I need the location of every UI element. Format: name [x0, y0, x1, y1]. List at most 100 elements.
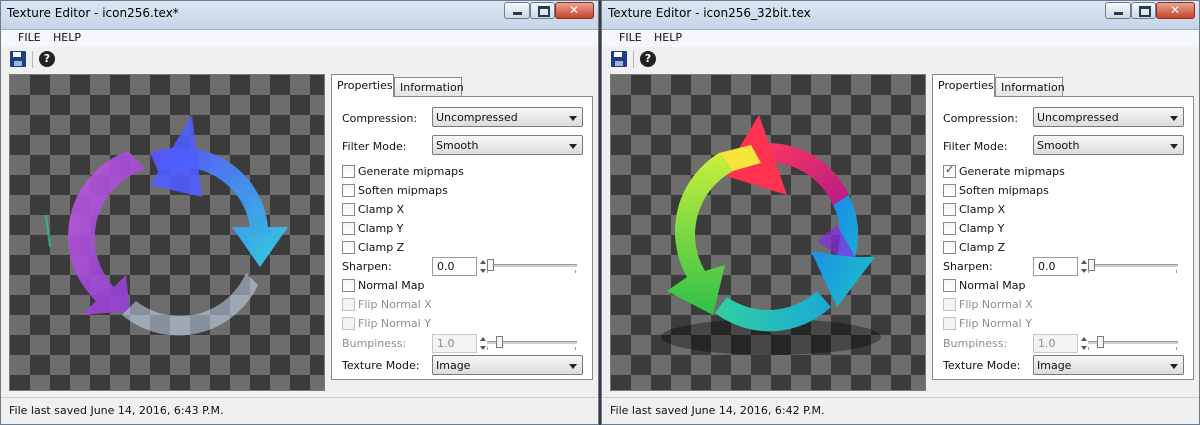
maximize-icon[interactable]: [530, 2, 555, 19]
checkbox-label-normal-map: Normal Map: [959, 279, 1026, 292]
window-title: Texture Editor - icon256.tex*: [7, 6, 179, 20]
texture-editor-window-2: Texture Editor - icon256_32bit.tex FILE …: [601, 0, 1200, 425]
sharpen-slider[interactable]: [1088, 259, 1178, 273]
texture-preview-canvas[interactable]: [610, 74, 926, 391]
checkbox-label-flip-normal-x: Flip Normal X: [959, 298, 1033, 311]
bumpiness-spinbox[interactable]: 1.0: [432, 334, 486, 353]
texture-preview-image: [45, 115, 288, 336]
compression-select[interactable]: Uncompressed: [432, 107, 583, 127]
checkbox-label-clamp-z: Clamp Z: [959, 241, 1006, 254]
checkbox-label-clamp-y: Clamp Y: [358, 222, 404, 235]
sharpen-label: Sharpen:: [342, 260, 392, 273]
checkbox-normal-map[interactable]: [943, 279, 956, 292]
toolbar: ?: [1, 48, 598, 71]
texture-editor-window-1: Texture Editor - icon256.tex* FILE HELP …: [0, 0, 599, 425]
menu-help[interactable]: HELP: [654, 31, 682, 44]
checkbox-label-clamp-y: Clamp Y: [959, 222, 1005, 235]
minimize-icon[interactable]: [1105, 2, 1131, 19]
toolbar: ?: [602, 48, 1199, 71]
menu-file[interactable]: FILE: [18, 31, 41, 44]
properties-panel: Compression: Uncompressed Filter Mode: S…: [932, 96, 1194, 380]
filter-mode-value: Smooth: [436, 139, 479, 152]
sharpen-spinbox[interactable]: 0.0: [1033, 257, 1087, 276]
bumpiness-value: 1.0: [1038, 337, 1056, 350]
bumpiness-label: Bumpiness:: [943, 337, 1008, 350]
texture-mode-select[interactable]: Image: [1033, 355, 1184, 375]
filter-mode-value: Smooth: [1037, 139, 1080, 152]
menu-bar: FILE HELP: [602, 30, 1199, 47]
checkbox-clamp-x[interactable]: [342, 203, 355, 216]
checkbox-label-soften-mipmaps: Soften mipmaps: [959, 184, 1049, 197]
compression-label: Compression:: [342, 112, 418, 125]
texture-mode-select[interactable]: Image: [432, 355, 583, 375]
save-icon[interactable]: [611, 51, 627, 67]
close-icon[interactable]: [1156, 2, 1195, 19]
compression-value: Uncompressed: [1037, 111, 1119, 124]
maximize-icon[interactable]: [1131, 2, 1156, 19]
close-icon[interactable]: [555, 2, 594, 19]
window-title: Texture Editor - icon256_32bit.tex: [608, 6, 811, 20]
checkbox-clamp-z[interactable]: [943, 241, 956, 254]
sharpen-value: 0.0: [437, 260, 455, 273]
texture-preview-canvas[interactable]: [9, 74, 325, 391]
tab-properties[interactable]: Properties: [932, 74, 995, 97]
checkbox-label-flip-normal-y: Flip Normal Y: [959, 317, 1032, 330]
sharpen-value: 0.0: [1038, 260, 1056, 273]
checkbox-clamp-z[interactable]: [342, 241, 355, 254]
menu-file[interactable]: FILE: [619, 31, 642, 44]
sharpen-spinbox[interactable]: 0.0: [432, 257, 486, 276]
menu-bar: FILE HELP: [1, 30, 598, 47]
sharpen-slider[interactable]: [487, 259, 577, 273]
help-icon[interactable]: ?: [640, 51, 656, 67]
checkbox-label-generate-mipmaps: Generate mipmaps: [358, 165, 464, 178]
checkbox-flip-normal-y[interactable]: [342, 317, 355, 330]
title-bar[interactable]: Texture Editor - icon256_32bit.tex: [602, 1, 1199, 30]
checkbox-label-soften-mipmaps: Soften mipmaps: [358, 184, 448, 197]
checkbox-flip-normal-x[interactable]: [943, 298, 956, 311]
checkbox-label-clamp-x: Clamp X: [959, 203, 1006, 216]
sharpen-label: Sharpen:: [943, 260, 993, 273]
bumpiness-value: 1.0: [437, 337, 455, 350]
bumpiness-slider[interactable]: [1088, 336, 1178, 350]
bumpiness-label: Bumpiness:: [342, 337, 407, 350]
status-bar: File last saved June 14, 2016, 6:43 P.M.: [1, 397, 598, 424]
bumpiness-slider[interactable]: [487, 336, 577, 350]
filter-mode-select[interactable]: Smooth: [432, 135, 583, 155]
status-text: File last saved June 14, 2016, 6:42 P.M.: [610, 404, 825, 417]
tab-properties[interactable]: Properties: [331, 74, 394, 97]
checkbox-clamp-y[interactable]: [943, 222, 956, 235]
checkbox-soften-mipmaps[interactable]: [342, 184, 355, 197]
filter-mode-label: Filter Mode:: [342, 140, 407, 153]
minimize-icon[interactable]: [504, 2, 530, 19]
tab-information[interactable]: Information: [394, 77, 464, 96]
texture-mode-value: Image: [436, 359, 471, 372]
checkbox-normal-map[interactable]: [342, 279, 355, 292]
properties-panel: Compression: Uncompressed Filter Mode: S…: [331, 96, 593, 380]
compression-select[interactable]: Uncompressed: [1033, 107, 1184, 127]
filter-mode-select[interactable]: Smooth: [1033, 135, 1184, 155]
checkbox-clamp-y[interactable]: [342, 222, 355, 235]
checkbox-generate-mipmaps[interactable]: ✓: [943, 163, 956, 178]
tab-information[interactable]: Information: [995, 77, 1065, 96]
checkbox-label-generate-mipmaps: Generate mipmaps: [959, 165, 1065, 178]
checkbox-clamp-x[interactable]: [943, 203, 956, 216]
compression-value: Uncompressed: [436, 111, 518, 124]
checkbox-label-clamp-z: Clamp Z: [358, 241, 405, 254]
title-bar[interactable]: Texture Editor - icon256.tex*: [1, 1, 598, 30]
checkbox-flip-normal-y[interactable]: [943, 317, 956, 330]
bumpiness-spinbox[interactable]: 1.0: [1033, 334, 1087, 353]
texture-preview-image: [661, 115, 881, 355]
texture-mode-label: Texture Mode:: [943, 359, 1021, 372]
toolbar-separator: [32, 51, 33, 68]
help-icon[interactable]: ?: [39, 51, 55, 67]
menu-help[interactable]: HELP: [53, 31, 81, 44]
save-icon[interactable]: [10, 51, 26, 67]
checkmark-icon: ✓: [945, 163, 955, 176]
checkbox-label-flip-normal-x: Flip Normal X: [358, 298, 432, 311]
status-bar: File last saved June 14, 2016, 6:42 P.M.: [602, 397, 1199, 424]
checkbox-soften-mipmaps[interactable]: [943, 184, 956, 197]
toolbar-separator: [633, 51, 634, 68]
checkbox-flip-normal-x[interactable]: [342, 298, 355, 311]
texture-mode-value: Image: [1037, 359, 1072, 372]
checkbox-generate-mipmaps[interactable]: [342, 165, 355, 178]
